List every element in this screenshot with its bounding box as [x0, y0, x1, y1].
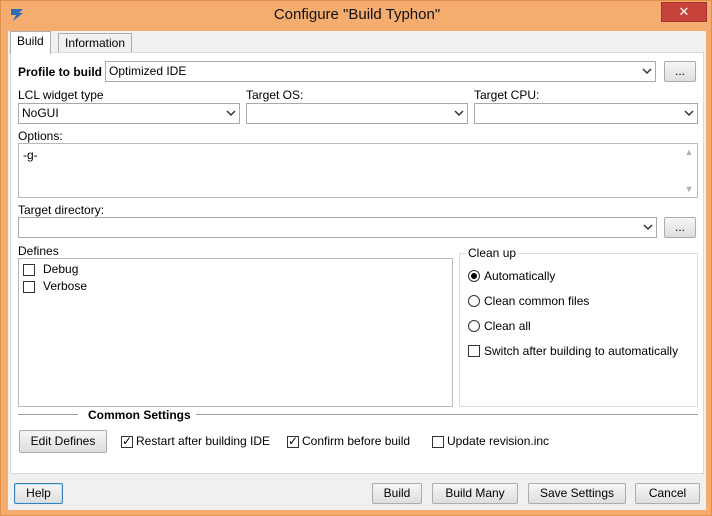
lcl-label: LCL widget type	[18, 88, 104, 102]
chevron-down-icon	[684, 110, 694, 117]
build-many-button[interactable]: Build Many	[432, 483, 518, 504]
profile-value: Optimized IDE	[109, 64, 187, 78]
radio-selected-dot	[471, 273, 477, 279]
target-os-label: Target OS:	[246, 88, 304, 102]
target-os-combo[interactable]	[246, 103, 468, 124]
profile-label: Profile to build	[18, 65, 102, 79]
options-value: -g-	[23, 148, 38, 162]
dialog-window: Configure "Build Typhon" ✕ Build Informa…	[0, 0, 712, 516]
options-memo[interactable]: -g- ▲ ▼	[18, 143, 698, 198]
options-label: Options:	[18, 129, 63, 143]
target-cpu-combo[interactable]	[474, 103, 698, 124]
edit-defines-button[interactable]: Edit Defines	[19, 430, 107, 453]
chevron-down-icon	[454, 110, 464, 117]
tab-build[interactable]: Build	[10, 31, 51, 54]
tab-information[interactable]: Information	[58, 33, 133, 53]
restart-checkbox[interactable]: ✓	[121, 434, 133, 448]
checkmark-icon: ✓	[288, 434, 299, 448]
options-scrollbar[interactable]: ▲ ▼	[681, 144, 697, 197]
window-title: Configure "Build Typhon"	[273, 6, 441, 23]
update-revision-checkbox[interactable]	[432, 436, 444, 448]
help-button[interactable]: Help	[14, 483, 63, 504]
close-button[interactable]: ✕	[661, 2, 707, 22]
restart-label: Restart after building IDE	[136, 434, 271, 448]
cleanup-caption: Clean up	[466, 246, 519, 260]
defines-label: Defines	[18, 244, 59, 258]
lcl-widget-combo[interactable]: NoGUI	[18, 103, 240, 124]
chevron-down-icon	[226, 110, 236, 117]
confirm-label: Confirm before build	[302, 434, 411, 448]
cleanup-automatically-label: Automatically	[484, 269, 556, 283]
cancel-button[interactable]: Cancel	[635, 483, 700, 504]
switch-after-label: Switch after building to automatically	[484, 344, 679, 358]
lcl-widget-value: NoGUI	[22, 106, 59, 120]
verbose-label: Verbose	[43, 279, 88, 293]
cleanup-automatically-radio[interactable]	[468, 270, 480, 282]
common-divider-right	[196, 414, 698, 415]
build-tab-panel: Profile to build Optimized IDE ... LCL w…	[10, 52, 704, 474]
title-bar[interactable]: Configure "Build Typhon" ✕	[1, 1, 712, 31]
chevron-down-icon	[642, 68, 652, 75]
save-settings-button[interactable]: Save Settings	[528, 483, 626, 504]
checkmark-icon: ✓	[122, 434, 133, 448]
cleanup-all-label: Clean all	[484, 319, 531, 333]
cleanup-common-radio[interactable]	[468, 295, 480, 307]
target-dir-label: Target directory:	[18, 203, 105, 217]
update-revision-label: Update revision.inc	[447, 434, 550, 448]
profile-combo[interactable]: Optimized IDE	[105, 61, 656, 82]
debug-checkbox[interactable]	[23, 264, 35, 276]
scroll-down-icon[interactable]: ▼	[684, 185, 694, 194]
common-settings-label: Common Settings	[88, 408, 191, 422]
debug-label: Debug	[43, 262, 79, 276]
defines-list[interactable]: Debug Verbose	[18, 258, 453, 407]
profile-more-button[interactable]: ...	[664, 61, 696, 82]
cleanup-all-radio[interactable]	[468, 320, 480, 332]
chevron-down-icon	[643, 224, 653, 231]
build-button[interactable]: Build	[372, 483, 422, 504]
cleanup-group: Clean up Automatically Clean common file…	[459, 246, 698, 407]
verbose-checkbox[interactable]	[23, 281, 35, 293]
dialog-client-area: Build Information Profile to build Optim…	[8, 31, 706, 510]
confirm-checkbox[interactable]: ✓	[287, 434, 299, 448]
target-cpu-label: Target CPU:	[474, 88, 540, 102]
common-divider-left	[18, 414, 78, 415]
scroll-up-icon[interactable]: ▲	[684, 148, 694, 157]
target-dir-combo[interactable]	[18, 217, 657, 238]
cleanup-common-label: Clean common files	[484, 294, 590, 308]
switch-after-checkbox[interactable]	[468, 345, 480, 357]
tab-strip: Build Information	[8, 31, 706, 54]
target-dir-more-button[interactable]: ...	[664, 217, 696, 238]
